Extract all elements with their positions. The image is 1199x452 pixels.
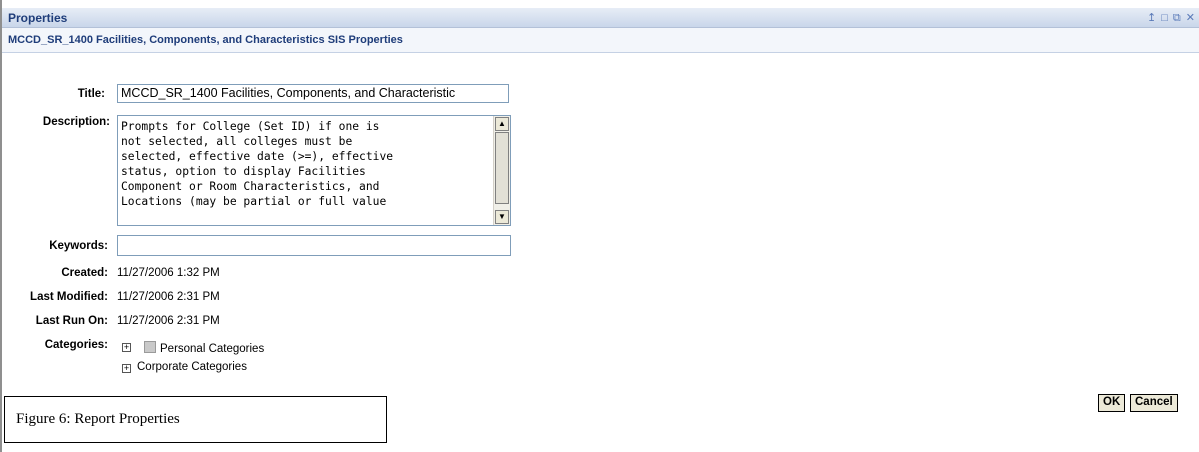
- close-icon[interactable]: ✕: [1186, 11, 1197, 24]
- scroll-up-icon[interactable]: ▲: [495, 117, 509, 131]
- page-title: MCCD_SR_1400 Facilities, Components, and…: [8, 34, 403, 46]
- personal-categories-label: Personal Categories: [160, 343, 265, 355]
- scroll-thumb[interactable]: [495, 132, 509, 204]
- cancel-button[interactable]: Cancel: [1130, 394, 1178, 412]
- last-run-label: Last Run On:: [35, 315, 108, 327]
- expand-personal-icon[interactable]: +: [122, 343, 131, 352]
- title-label: Title:: [77, 88, 105, 100]
- window-controls: ↥ □ ⧉ ✕: [1144, 11, 1197, 25]
- figure-caption: Figure 6: Report Properties: [16, 411, 180, 427]
- restore-icon[interactable]: ⧉: [1173, 12, 1183, 25]
- pin-icon[interactable]: ↥: [1147, 11, 1158, 24]
- expand-corporate-icon[interactable]: +: [122, 364, 131, 373]
- figure-caption-box: Figure 6: Report Properties: [4, 396, 387, 443]
- maximize-icon[interactable]: □: [1161, 12, 1170, 24]
- window-title: Properties: [8, 11, 68, 25]
- created-value: 11/27/2006 1:32 PM: [117, 267, 220, 279]
- last-modified-label: Last Modified:: [30, 291, 108, 303]
- last-run-value: 11/27/2006 2:31 PM: [117, 315, 220, 327]
- keywords-field[interactable]: [117, 235, 511, 256]
- last-modified-value: 11/27/2006 2:31 PM: [117, 291, 220, 303]
- left-border: [0, 0, 2, 452]
- scroll-down-icon[interactable]: ▼: [495, 210, 509, 224]
- ok-button[interactable]: OK: [1098, 394, 1126, 412]
- description-text: Prompts for College (Set ID) if one is n…: [121, 120, 394, 208]
- window-titlebar: Properties ↥ □ ⧉ ✕: [2, 8, 1199, 28]
- title-field[interactable]: MCCD_SR_1400 Facilities, Components, and…: [117, 84, 509, 103]
- keywords-label: Keywords:: [49, 240, 108, 252]
- properties-header: MCCD_SR_1400 Facilities, Components, and…: [2, 28, 1199, 53]
- created-label: Created:: [61, 267, 108, 279]
- categories-label: Categories:: [44, 339, 108, 351]
- description-textarea[interactable]: Prompts for College (Set ID) if one is n…: [117, 115, 511, 226]
- description-label: Description:: [42, 116, 110, 128]
- personal-categories-checkbox[interactable]: [144, 341, 156, 353]
- corporate-categories-label: Corporate Categories: [137, 361, 247, 373]
- description-scrollbar[interactable]: ▲ ▼: [493, 116, 510, 225]
